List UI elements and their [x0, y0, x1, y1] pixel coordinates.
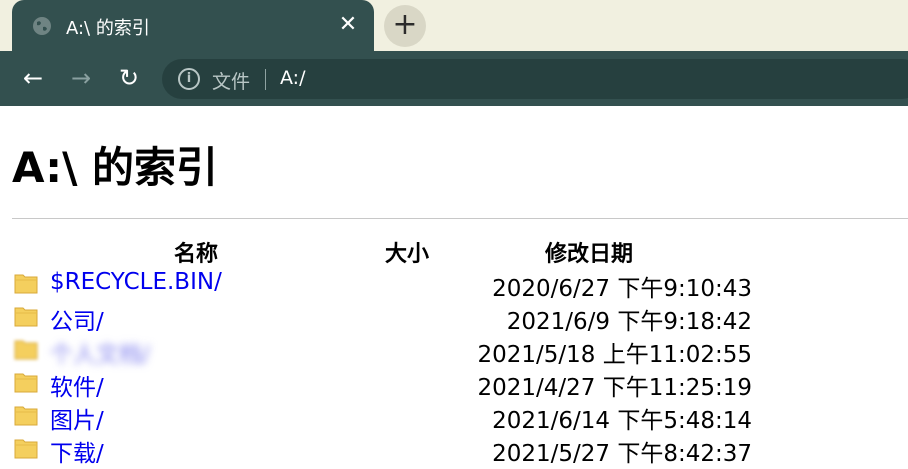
folder-link[interactable]: 图片/ [50, 401, 104, 435]
table-row: 下载/ 2021/5/27 下午8:42:37 [0, 432, 908, 468]
modified-date: 2021/6/14 下午5:48:14 [492, 408, 752, 434]
globe-icon [33, 17, 51, 35]
folder-link[interactable]: 个人文档/ [50, 335, 150, 369]
folder-link[interactable]: 下载/ [50, 434, 104, 468]
folder-link[interactable]: 公司/ [50, 302, 104, 336]
table-row: $RECYCLE.BIN/ 2020/6/27 下午9:10:43 [0, 267, 908, 302]
folder-link[interactable]: $RECYCLE.BIN/ [50, 269, 222, 295]
folder-icon [14, 340, 38, 360]
close-tab-icon[interactable]: ✕ [337, 12, 359, 38]
address-bar[interactable]: i 文件 A:/ [162, 59, 908, 99]
url-text[interactable]: A:/ [280, 67, 305, 89]
column-header-date[interactable]: 修改日期 [545, 236, 633, 268]
forward-button[interactable]: → [66, 63, 96, 93]
back-button[interactable]: ← [18, 63, 48, 93]
reload-button[interactable]: ↻ [114, 63, 144, 93]
modified-date: 2021/5/18 上午11:02:55 [477, 342, 752, 368]
table-row: 个人文档/ 2021/5/18 上午11:02:55 [0, 333, 908, 369]
modified-date: 2021/6/9 下午9:18:42 [506, 309, 752, 335]
table-row: 公司/ 2021/6/9 下午9:18:42 [0, 300, 908, 336]
scheme-label: 文件 [212, 71, 251, 93]
table-row: 图片/ 2021/6/14 下午5:48:14 [0, 399, 908, 435]
active-tab[interactable]: A:\ 的索引 ✕ [12, 0, 374, 51]
table-row: 软件/ 2021/4/27 下午11:25:19 [0, 366, 908, 402]
modified-date: 2021/4/27 下午11:25:19 [477, 375, 752, 401]
info-icon[interactable]: i [178, 68, 200, 90]
modified-date: 2021/5/27 下午8:42:37 [492, 441, 752, 467]
new-tab-button[interactable]: + [384, 5, 426, 47]
folder-icon [14, 439, 38, 459]
folder-icon [14, 406, 38, 426]
page-title: A:\ 的索引 [12, 143, 219, 192]
file-list: $RECYCLE.BIN/ 2020/6/27 下午9:10:43 公司/ 20… [0, 267, 908, 468]
divider [265, 69, 266, 90]
tab-title: A:\ 的索引 [66, 18, 150, 39]
toolbar: ← → ↻ i 文件 A:/ [0, 51, 908, 106]
folder-icon [14, 274, 38, 294]
folder-icon [14, 373, 38, 393]
column-header-size[interactable]: 大小 [385, 236, 429, 268]
column-header-name[interactable]: 名称 [174, 236, 218, 268]
folder-icon [14, 307, 38, 327]
divider [12, 218, 908, 219]
folder-link[interactable]: 软件/ [50, 368, 104, 402]
tab-strip: A:\ 的索引 ✕ + [0, 0, 908, 51]
modified-date: 2020/6/27 下午9:10:43 [492, 276, 752, 302]
